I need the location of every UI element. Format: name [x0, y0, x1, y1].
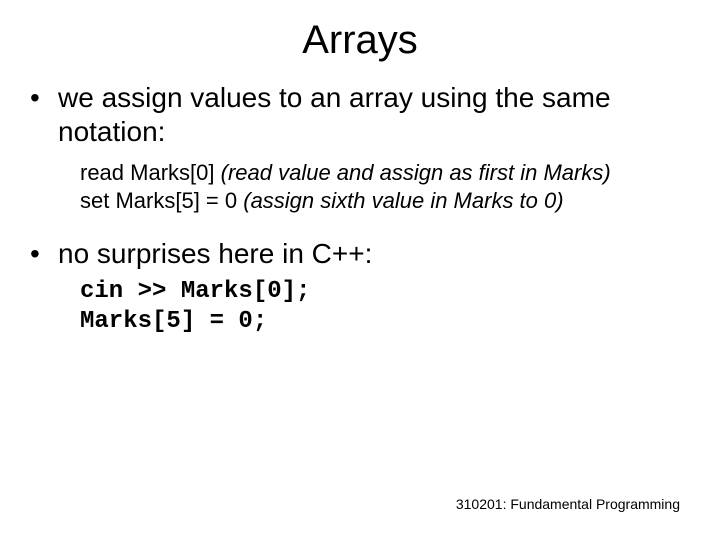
bullet-text-1: we assign values to an array using the s…: [58, 81, 692, 149]
code-line-1: cin >> Marks[0];: [80, 277, 692, 307]
pseudocode-cmd-2: set Marks[5] = 0: [80, 188, 237, 213]
bullet-text-2: no surprises here in C++:: [58, 237, 372, 271]
pseudocode-cmd-1: read Marks[0]: [80, 160, 215, 185]
code-line-2: Marks[5] = 0;: [80, 307, 692, 337]
bullet-item-2: • no surprises here in C++:: [28, 237, 692, 271]
code-block: cin >> Marks[0]; Marks[5] = 0;: [80, 277, 692, 337]
pseudocode-line-2: set Marks[5] = 0 (assign sixth value in …: [80, 187, 692, 215]
bullet-dot-icon: •: [28, 81, 58, 115]
pseudocode-line-1: read Marks[0] (read value and assign as …: [80, 159, 692, 187]
slide-footer: 310201: Fundamental Programming: [456, 496, 680, 512]
bullet-dot-icon: •: [28, 237, 58, 271]
pseudocode-note-2: (assign sixth value in Marks to 0): [237, 188, 563, 213]
pseudocode-note-1: (read value and assign as first in Marks…: [215, 160, 611, 185]
slide-title: Arrays: [28, 18, 692, 63]
pseudocode-block: read Marks[0] (read value and assign as …: [80, 159, 692, 215]
bullet-item-1: • we assign values to an array using the…: [28, 81, 692, 149]
slide: Arrays • we assign values to an array us…: [0, 0, 720, 540]
